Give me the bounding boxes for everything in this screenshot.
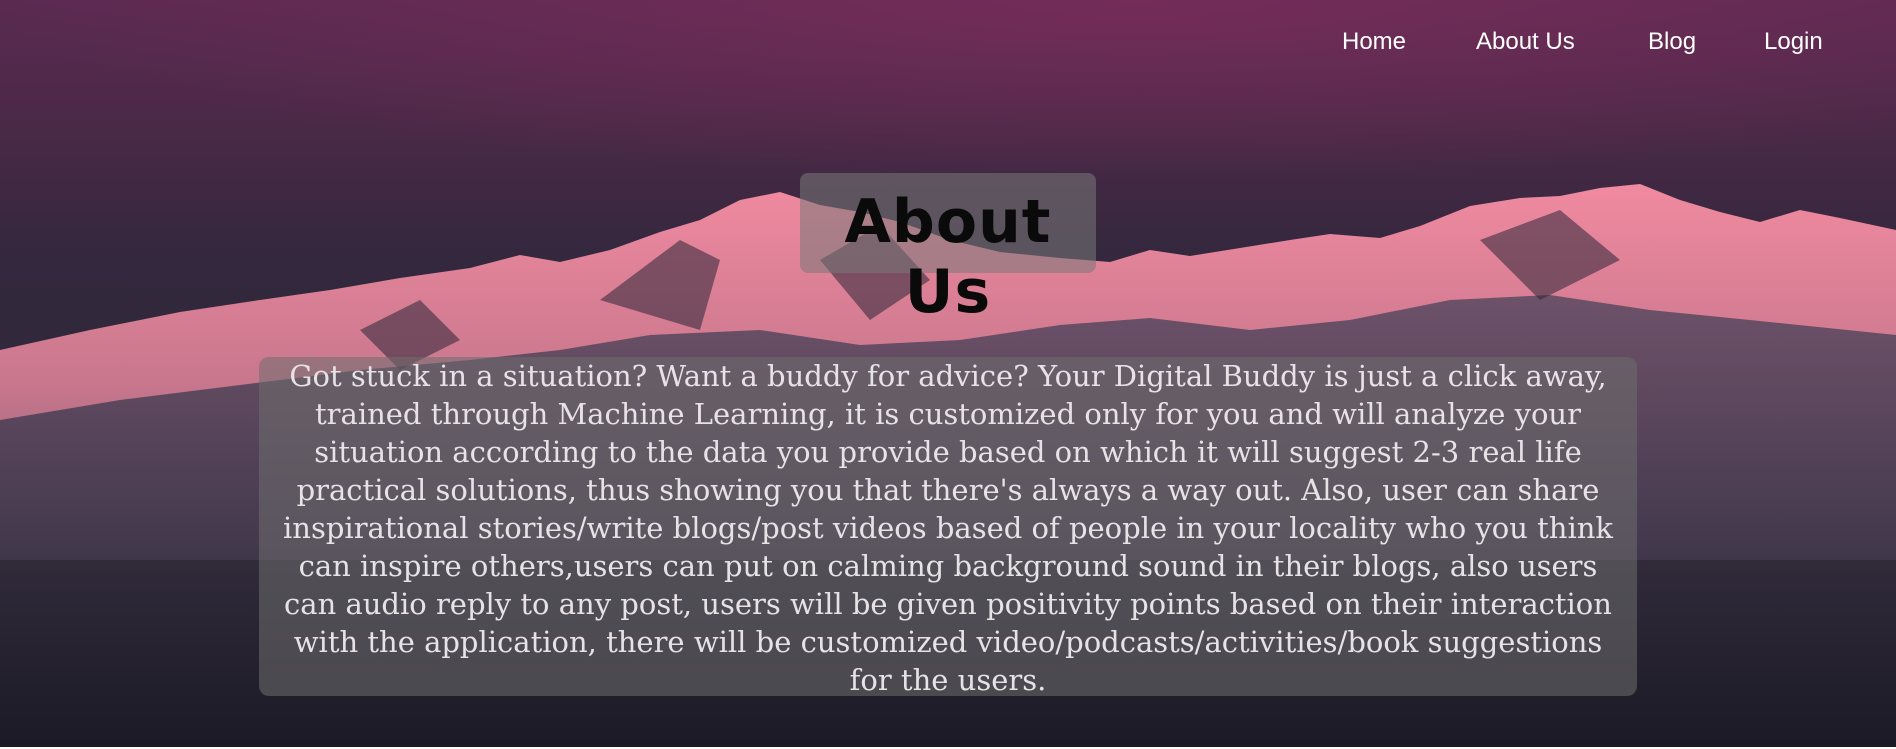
page-title-box: About Us: [800, 173, 1096, 327]
nav-home-link[interactable]: Home: [1342, 28, 1406, 56]
page-title: About Us: [844, 187, 1052, 327]
nav-blog-link[interactable]: Blog: [1648, 28, 1696, 56]
hero-section: Home About Us Blog Login About Us Got st…: [0, 0, 1896, 747]
about-description: Got stuck in a situation? Want a buddy f…: [283, 359, 1613, 697]
nav-login-link[interactable]: Login: [1764, 28, 1823, 56]
about-description-box: Got stuck in a situation? Want a buddy f…: [259, 357, 1637, 697]
nav-about-us-link[interactable]: About Us: [1476, 28, 1575, 56]
